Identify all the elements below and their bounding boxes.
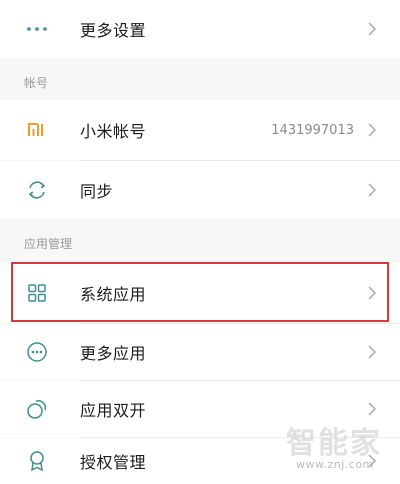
system-apps-label: 系统应用 (80, 285, 147, 304)
app-management-section-title: 应用管理 (24, 237, 73, 251)
sync-row[interactable]: 同步 (0, 161, 400, 219)
account-section-header: 帐号 (0, 58, 400, 100)
more-apps-row[interactable]: 更多应用 (0, 324, 400, 380)
sync-label: 同步 (80, 182, 114, 201)
more-settings-row[interactable]: 更多设置 (0, 0, 400, 58)
permission-management-row[interactable]: 授权管理 (0, 438, 400, 484)
system-apps-row[interactable]: 系统应用 (0, 263, 400, 323)
mi-logo-icon (24, 117, 50, 143)
more-apps-label: 更多应用 (80, 344, 147, 363)
sync-icon (24, 177, 50, 203)
dual-apps-label: 应用双开 (80, 401, 147, 420)
mi-account-id: 1431997013 (271, 122, 354, 138)
chevron-right-icon (366, 122, 378, 138)
more-apps-icon (24, 339, 50, 365)
chevron-right-icon (366, 21, 378, 37)
chevron-right-icon (366, 285, 378, 301)
mi-account-label: 小米帐号 (80, 122, 147, 141)
permission-badge-icon (24, 448, 50, 474)
mi-account-row[interactable]: 小米帐号 1431997013 (0, 100, 400, 160)
grid-apps-icon (24, 280, 50, 306)
chevron-right-icon (366, 401, 378, 417)
chevron-right-icon (366, 182, 378, 198)
permission-management-label: 授权管理 (80, 453, 147, 472)
more-settings-label: 更多设置 (80, 21, 147, 40)
chevron-right-icon (366, 344, 378, 360)
dual-apps-icon (24, 396, 50, 422)
dual-apps-row[interactable]: 应用双开 (0, 381, 400, 437)
ellipsis-icon (24, 16, 50, 42)
chevron-right-icon (366, 453, 378, 469)
account-section-title: 帐号 (24, 76, 49, 90)
app-management-section-header: 应用管理 (0, 219, 400, 263)
